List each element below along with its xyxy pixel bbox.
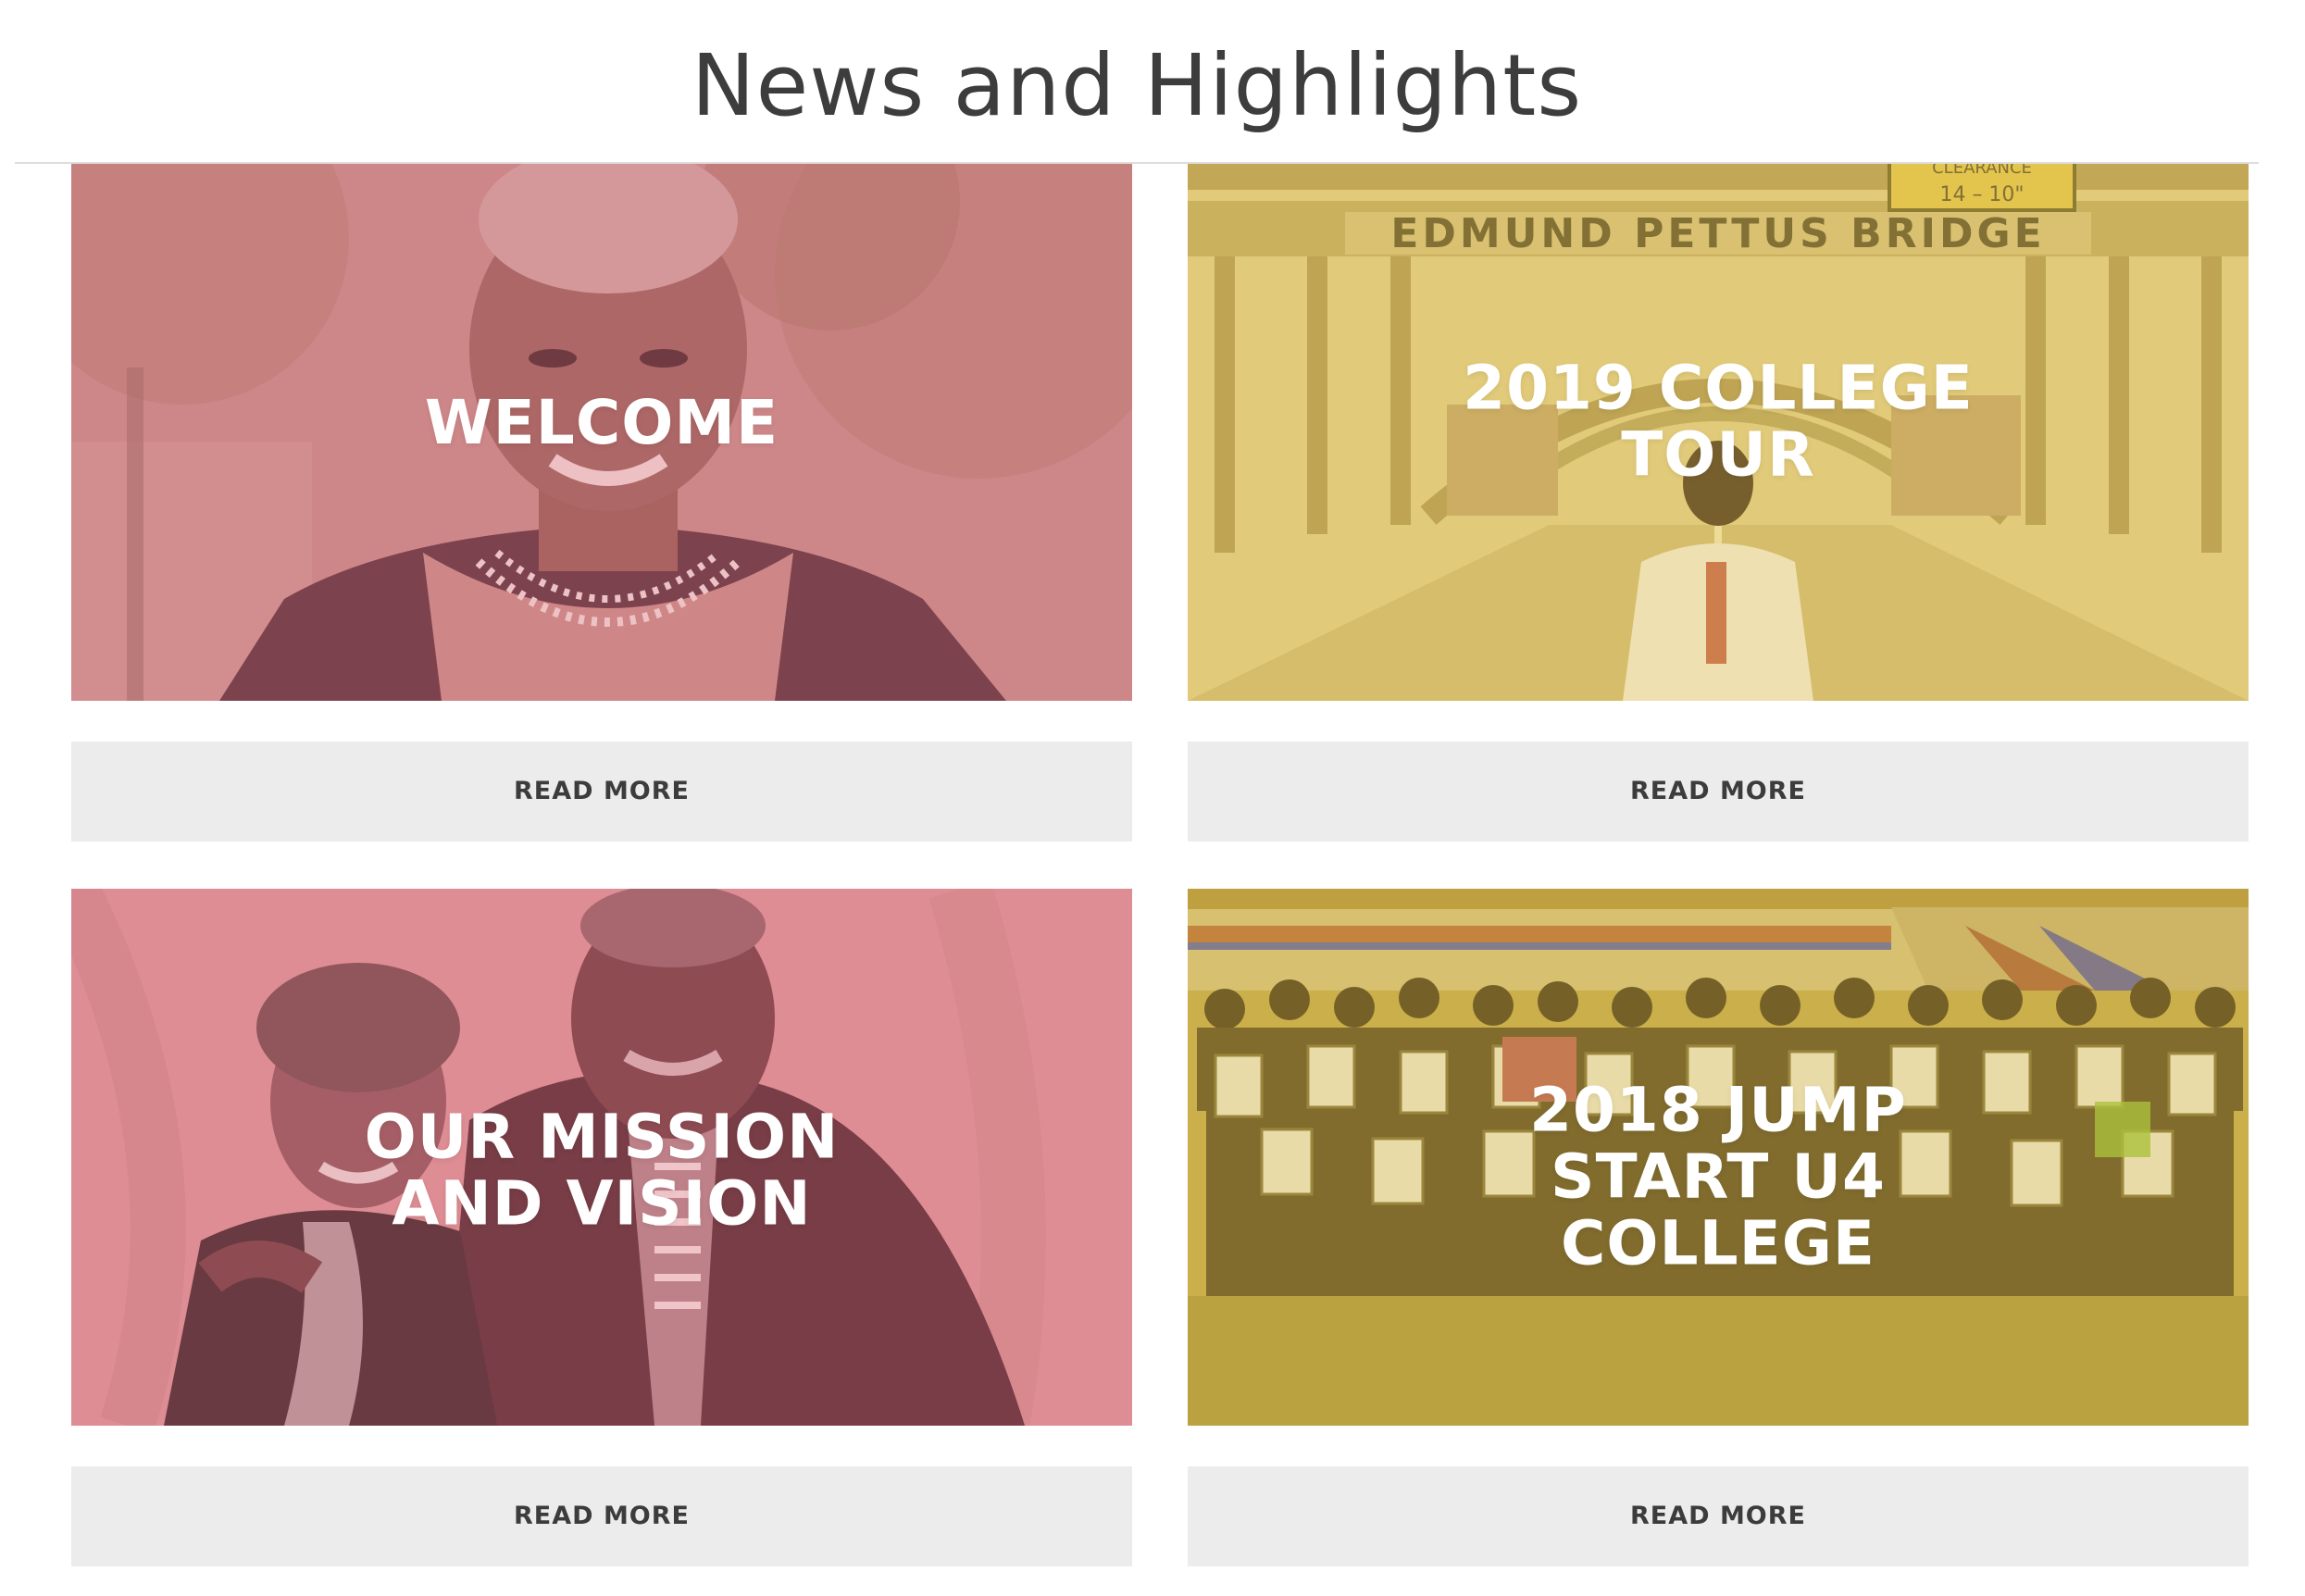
card-image-link[interactable]: WELCOME	[71, 164, 1132, 701]
news-card-welcome: WELCOME READ MORE	[71, 164, 1132, 842]
card-image-link[interactable]: OUR MISSION AND VISION	[71, 889, 1132, 1426]
card-image-link[interactable]: 2018 JUMP START U4 COLLEGE	[1188, 889, 2249, 1426]
card-title: WELCOME	[424, 386, 779, 458]
news-card-jump-start: 2018 JUMP START U4 COLLEGE READ MORE	[1188, 889, 2249, 1566]
page-title: News and Highlights	[691, 36, 1583, 135]
news-card-college-tour: EDMUND PETTUS BRIDGE CLEARANCE 14 – 10" …	[1188, 164, 2249, 842]
section-header: News and Highlights	[15, 0, 2259, 164]
read-more-button[interactable]: READ MORE	[71, 742, 1132, 842]
card-image-link[interactable]: EDMUND PETTUS BRIDGE CLEARANCE 14 – 10" …	[1188, 164, 2249, 701]
card-title: 2019 COLLEGE TOUR	[1463, 352, 1974, 491]
read-more-button[interactable]: READ MORE	[71, 1466, 1132, 1566]
card-title: OUR MISSION AND VISION	[364, 1101, 840, 1240]
news-page: News and Highlights WELCOME READ MORE ED…	[0, 0, 2305, 1596]
read-more-button[interactable]: READ MORE	[1188, 742, 2249, 842]
read-more-button[interactable]: READ MORE	[1188, 1466, 2249, 1566]
card-title: 2018 JUMP START U4 COLLEGE	[1529, 1074, 1907, 1279]
news-card-mission: OUR MISSION AND VISION READ MORE	[71, 889, 1132, 1566]
